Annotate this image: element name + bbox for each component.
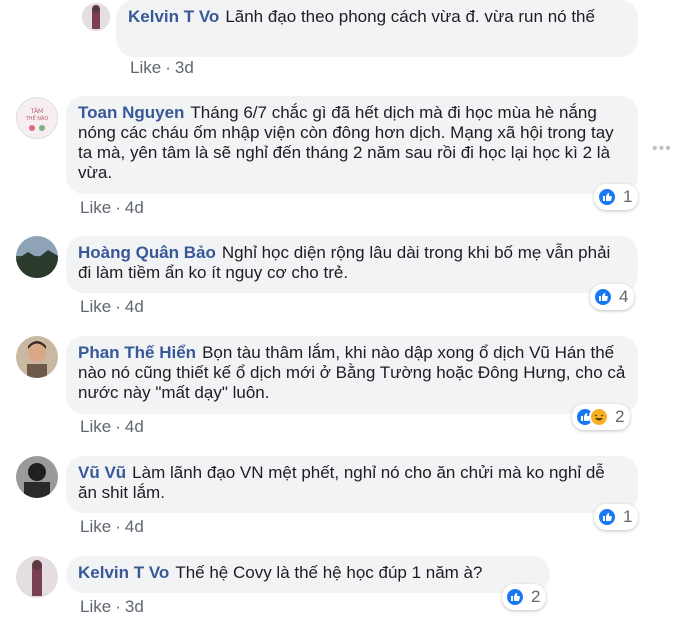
avatar[interactable]	[16, 556, 58, 598]
reaction-count: 1	[623, 187, 633, 206]
avatar-image	[16, 456, 58, 498]
like-link[interactable]: Like	[80, 597, 111, 616]
reaction-count: 4	[619, 287, 629, 306]
like-link[interactable]: Like	[80, 198, 111, 217]
reaction-summary[interactable]: 4	[590, 284, 635, 310]
avatar-image	[16, 336, 58, 378]
reaction-count: 2	[531, 587, 541, 606]
avatar[interactable]: TÂM THẾ NÀO	[16, 97, 58, 139]
avatar[interactable]	[16, 336, 58, 378]
comment-bubble: Vũ Vũ Làm lãnh đạo VN mệt phết, nghỉ nó c…	[66, 456, 638, 513]
separator-dot: ·	[115, 417, 121, 436]
like-reaction-icon	[593, 287, 613, 307]
author-name[interactable]: Kelvin T Vo	[78, 563, 169, 582]
separator-dot: ·	[165, 58, 171, 77]
avatar-image: TÂM THẾ NÀO	[17, 98, 57, 138]
comment-bubble: Kelvin T Vo Thế hệ Covy là thế hệ học đúp…	[66, 556, 550, 593]
comment-meta: Like · 4d	[80, 198, 144, 218]
comment-bubble: Kelvin T Vo Lãnh đạo theo phong cách vừa …	[116, 0, 638, 57]
avatar[interactable]	[82, 3, 110, 31]
avatar[interactable]	[16, 456, 58, 498]
reaction-count: 1	[623, 507, 633, 526]
avatar-image	[16, 236, 58, 278]
avatar[interactable]	[16, 236, 58, 278]
like-link[interactable]: Like	[80, 517, 111, 536]
timestamp[interactable]: 4d	[125, 417, 144, 436]
like-link[interactable]: Like	[80, 417, 111, 436]
separator-dot: ·	[115, 198, 121, 217]
reaction-summary[interactable]: 1	[594, 504, 639, 530]
timestamp[interactable]: 4d	[125, 297, 144, 316]
comment-meta: Like · 4d	[80, 517, 144, 537]
comment-bubble: Phan Thế Hiển Bọn tàu thâm lắm, khi nào d…	[66, 336, 638, 414]
comment-text: Thế hệ Covy là thế hệ học đúp 1 năm à?	[175, 563, 483, 582]
comment-meta: Like · 4d	[80, 297, 144, 317]
like-link[interactable]: Like	[80, 297, 111, 316]
like-reaction-icon	[597, 507, 617, 527]
timestamp[interactable]: 3d	[175, 58, 194, 77]
comment-meta: Like · 4d	[80, 417, 144, 437]
svg-text:TÂM: TÂM	[30, 108, 43, 115]
avatar-image	[82, 3, 110, 31]
svg-text:THẾ NÀO: THẾ NÀO	[25, 114, 49, 122]
separator-dot: ·	[115, 517, 121, 536]
like-reaction-icon	[505, 587, 525, 607]
reaction-count: 2	[615, 407, 625, 426]
author-name[interactable]: Vũ Vũ	[78, 463, 126, 482]
timestamp[interactable]: 4d	[125, 198, 144, 217]
more-options-icon[interactable]: •••	[652, 140, 672, 158]
like-link[interactable]: Like	[130, 58, 161, 77]
reaction-summary[interactable]: 2	[502, 584, 547, 610]
separator-dot: ·	[115, 297, 121, 316]
comment-bubble: Hoàng Quân Bảo Nghỉ học diện rộng lâu dài…	[66, 236, 638, 293]
avatar-image	[16, 556, 58, 598]
timestamp[interactable]: 3d	[125, 597, 144, 616]
comment-text: Làm lãnh đạo VN mệt phết, nghỉ nó cho ăn…	[78, 463, 605, 502]
comment-bubble: Toan Nguyen Tháng 6/7 chắc gì đã hết dịch…	[66, 96, 638, 194]
author-name[interactable]: Hoàng Quân Bảo	[78, 243, 216, 262]
haha-reaction-icon	[589, 407, 609, 427]
separator-dot: ·	[115, 597, 121, 616]
timestamp[interactable]: 4d	[125, 517, 144, 536]
reaction-summary[interactable]: 1	[594, 184, 639, 210]
comment-text: Lãnh đạo theo phong cách vừa đ. vừa run …	[225, 7, 595, 26]
like-reaction-icon	[597, 187, 617, 207]
author-name[interactable]: Phan Thế Hiển	[78, 343, 196, 362]
comment-meta: Like · 3d	[130, 58, 194, 78]
author-name[interactable]: Toan Nguyen	[78, 103, 184, 122]
reaction-summary[interactable]: 2	[572, 404, 631, 430]
comment-meta: Like · 3d	[80, 597, 144, 617]
author-name[interactable]: Kelvin T Vo	[128, 7, 219, 26]
